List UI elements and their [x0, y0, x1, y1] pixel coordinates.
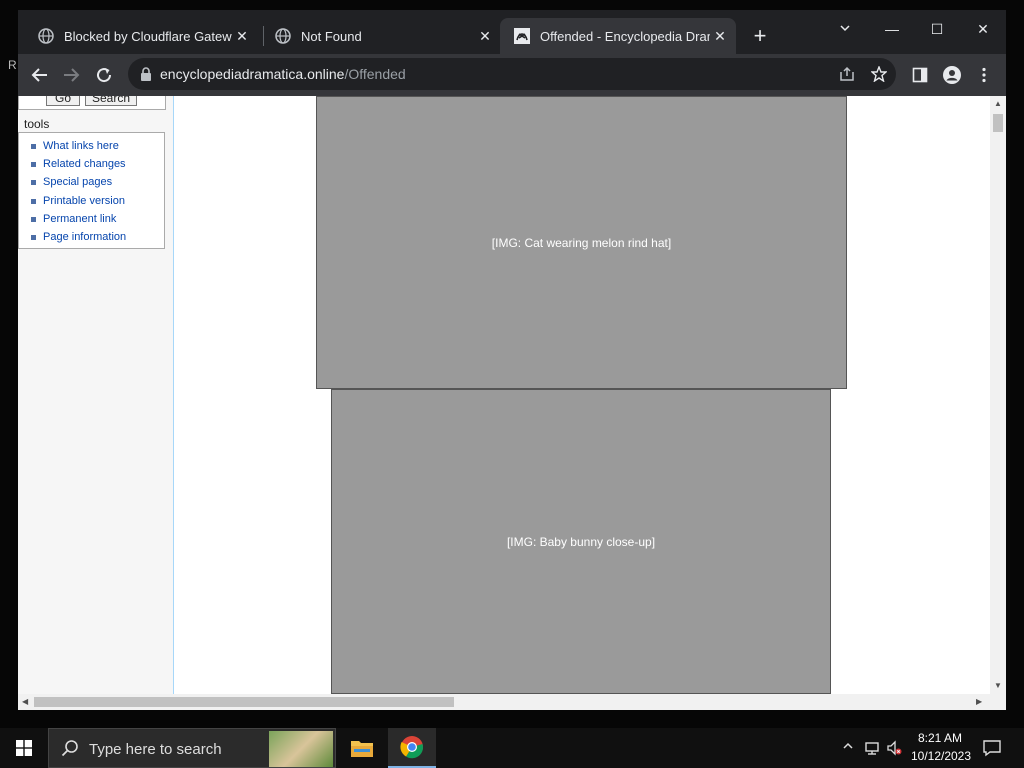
bookmark-star-icon[interactable] [870, 65, 888, 83]
minimize-button[interactable]: — [877, 16, 907, 42]
taskbar-search-box[interactable]: Type here to search [48, 728, 336, 768]
tools-link-printable-version[interactable]: Printable version [29, 192, 164, 210]
url-host: encyclopediadramatica.online [160, 66, 345, 82]
tab-offended[interactable]: Offended - Encyclopedia Dramatica ✕ [500, 18, 736, 54]
lock-icon[interactable] [140, 67, 152, 86]
forward-button[interactable] [59, 63, 83, 87]
tools-portlet: What links here Related changes Special … [18, 132, 165, 249]
globe-icon [275, 28, 291, 44]
horizontal-scroll-thumb[interactable] [34, 697, 454, 707]
file-explorer-button[interactable] [338, 728, 386, 768]
forward-arrow-icon [64, 68, 80, 82]
browser-window: Blocked by Cloudflare Gateway ✕ Not Foun… [18, 10, 1006, 710]
side-panel-icon [912, 67, 928, 83]
back-arrow-icon [31, 68, 47, 82]
tab-title: Offended - Encyclopedia Dramatica [540, 28, 710, 44]
tab-close-icon[interactable]: ✕ [710, 28, 730, 45]
start-button[interactable] [0, 728, 48, 768]
cat-photo: [IMG: Cat wearing melon rind hat] [316, 96, 847, 389]
volume-muted-icon[interactable] [886, 740, 902, 756]
maximize-button[interactable]: ☐ [922, 16, 952, 42]
tray-overflow-chevron-icon[interactable] [840, 740, 856, 756]
tab-title: Not Found [301, 28, 362, 44]
url-text[interactable]: encyclopediadramatica.online/Offended [160, 66, 406, 82]
folder-icon [351, 741, 373, 757]
side-panel-button[interactable] [908, 63, 932, 87]
tools-link-what-links-here[interactable]: What links here [29, 137, 164, 155]
tools-list: What links here Related changes Special … [19, 133, 164, 246]
scroll-down-arrow-icon[interactable]: ▼ [994, 681, 1002, 690]
tools-link-special-pages[interactable]: Special pages [29, 173, 164, 191]
chrome-icon [400, 736, 424, 759]
tab-strip: Blocked by Cloudflare Gateway ✕ Not Foun… [18, 10, 1006, 54]
bunny-photo: [IMG: Baby bunny close-up] [331, 389, 831, 694]
globe-icon [38, 28, 54, 44]
site-icon [514, 28, 530, 44]
share-icon[interactable] [838, 65, 856, 83]
vertical-scroll-thumb[interactable] [993, 114, 1003, 132]
browser-toolbar: encyclopediadramatica.online/Offended [18, 54, 1006, 96]
tab-not-found[interactable]: Not Found ✕ [261, 18, 501, 54]
browser-menu-button[interactable] [972, 63, 996, 87]
address-bar[interactable]: encyclopediadramatica.online/Offended [128, 58, 896, 90]
page-viewport: Go Search tools What links here Related … [18, 96, 1006, 710]
vertical-scrollbar[interactable]: ▲ ▼ [990, 96, 1006, 694]
search-button[interactable]: Search [85, 96, 137, 106]
profile-button[interactable] [940, 63, 964, 87]
horizontal-scrollbar[interactable]: ◀ ▶ [18, 694, 1006, 710]
chrome-taskbar-button[interactable] [388, 728, 436, 768]
tab-close-icon[interactable]: ✕ [475, 28, 495, 45]
wiki-sidebar: Go Search tools What links here Related … [18, 96, 174, 694]
tab-close-icon[interactable]: ✕ [232, 28, 252, 45]
tools-heading: tools [24, 117, 50, 131]
desktop-partial-label: R [8, 58, 17, 72]
network-icon[interactable] [864, 740, 880, 756]
kebab-menu-icon [982, 67, 986, 83]
reload-icon [97, 68, 112, 83]
article-content: [IMG: Cat wearing melon rind hat] [IMG: … [174, 96, 990, 694]
tab-title: Blocked by Cloudflare Gateway [64, 28, 232, 44]
new-tab-button[interactable]: + [748, 25, 772, 49]
taskbar-search-placeholder: Type here to search [89, 741, 222, 758]
windows-logo-icon [16, 740, 32, 756]
back-button[interactable] [28, 63, 52, 87]
tools-link-page-information[interactable]: Page information [29, 228, 164, 246]
search-highlight-illustration [269, 731, 333, 767]
tools-link-related-changes[interactable]: Related changes [29, 155, 164, 173]
profile-avatar-icon [943, 66, 961, 84]
url-path: /Offended [344, 66, 406, 82]
taskbar-clock-date[interactable]: 10/12/2023 [906, 749, 976, 763]
scroll-up-arrow-icon[interactable]: ▲ [994, 99, 1002, 108]
tools-link-permanent-link[interactable]: Permanent link [29, 210, 164, 228]
notification-center-icon[interactable] [982, 738, 1002, 758]
go-button[interactable]: Go [46, 96, 80, 106]
tab-search-chevron-icon[interactable] [830, 16, 860, 42]
close-window-button[interactable]: ✕ [968, 16, 998, 42]
windows-taskbar: Type here to search 8:21 AM 10/12/2023 [0, 728, 1024, 768]
scroll-right-arrow-icon[interactable]: ▶ [976, 697, 982, 706]
tab-blocked-cloudflare[interactable]: Blocked by Cloudflare Gateway ✕ [24, 18, 258, 54]
scroll-left-arrow-icon[interactable]: ◀ [22, 697, 28, 706]
search-icon [61, 739, 79, 762]
taskbar-clock-time[interactable]: 8:21 AM [916, 731, 964, 745]
reload-button[interactable] [92, 63, 116, 87]
